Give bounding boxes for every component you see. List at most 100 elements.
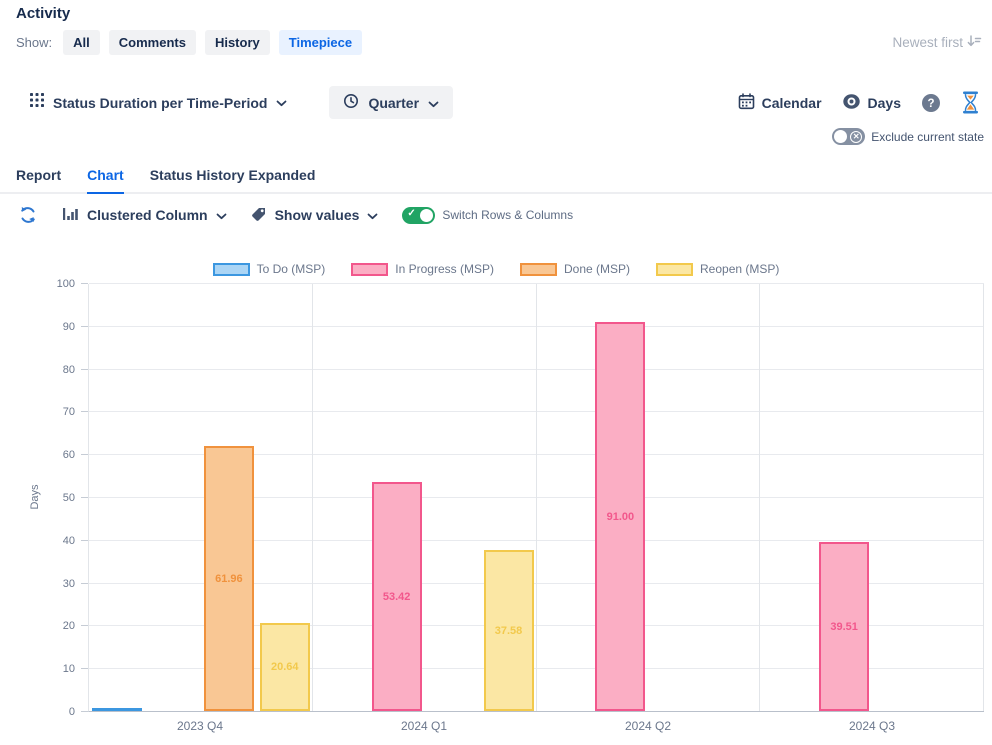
bar-slot [89, 284, 145, 711]
bar-value-label: 53.42 [374, 591, 420, 603]
x-category-label: 2023 Q4 [88, 719, 312, 733]
y-tick-mark [81, 583, 88, 584]
x-category-label: 2024 Q2 [536, 719, 760, 733]
filter-button-comments[interactable]: Comments [109, 30, 196, 55]
bar[interactable]: 91.00 [595, 322, 645, 711]
exclude-current-state-label: Exclude current state [871, 130, 984, 144]
y-tick-label: 10 [63, 663, 75, 675]
filter-button-history[interactable]: History [205, 30, 270, 55]
chevron-down-icon [367, 207, 378, 223]
category-group: 61.96 20.64 [89, 284, 313, 711]
chevron-down-icon [428, 95, 439, 111]
bar[interactable]: 37.58 [484, 550, 534, 711]
y-tick-label: 60 [63, 449, 75, 461]
y-tick-label: 50 [63, 492, 75, 504]
bar-slot: 61.96 [201, 284, 257, 711]
legend-item[interactable]: To Do (MSP) [213, 262, 326, 276]
calendar-control[interactable]: Calendar [738, 93, 822, 113]
x-category-label: 2024 Q3 [760, 719, 984, 733]
calendar-icon [738, 93, 755, 113]
bar[interactable]: 20.64 [260, 623, 310, 711]
legend-swatch [520, 263, 557, 276]
report-toolbar: Status Duration per Time-Period Quarter [0, 86, 992, 119]
bar-slot [760, 284, 816, 711]
bar[interactable]: 39.51 [819, 542, 869, 711]
clustered-column-icon [62, 206, 79, 225]
x-category-label: 2024 Q1 [312, 719, 536, 733]
refresh-icon[interactable] [18, 205, 38, 225]
chevron-down-icon [276, 94, 287, 112]
bar-slot [928, 284, 984, 711]
report-type-label: Status Duration per Time-Period [53, 95, 267, 111]
y-tick-label: 70 [63, 406, 75, 418]
chart-legend: To Do (MSP) In Progress (MSP) Done (MSP) Re… [0, 262, 992, 276]
report-type-selector[interactable]: Status Duration per Time-Period [30, 93, 287, 112]
toggle-knob [420, 209, 433, 222]
chart-type-selector[interactable]: Clustered Column [62, 206, 227, 225]
bar-slot [145, 284, 201, 711]
bar-value-label: 37.58 [486, 625, 532, 637]
bar-slot [872, 284, 928, 711]
y-tick-label: 30 [63, 578, 75, 590]
sort-order-control[interactable]: Newest first [892, 34, 982, 52]
y-tick-mark [81, 326, 88, 327]
y-tick-label: 0 [69, 706, 75, 718]
y-tick-label: 20 [63, 620, 75, 632]
toggle-x-icon: ✕ [850, 131, 862, 143]
filter-button-timepiece[interactable]: Timepiece [279, 30, 362, 55]
y-tick-mark [81, 411, 88, 412]
legend-swatch [656, 263, 693, 276]
help-icon[interactable]: ? [921, 93, 941, 113]
bar-slot [537, 284, 593, 711]
exclude-current-state-row: ✕ Exclude current state [0, 128, 992, 145]
bar-value-label: 91.00 [597, 511, 643, 523]
bar-slot [704, 284, 760, 711]
timepiece-hourglass-icon[interactable] [961, 91, 980, 114]
legend-series-name: Reopen (MSP) [700, 262, 779, 276]
tab-chart[interactable]: Chart [87, 167, 124, 194]
y-axis: Days 0102030405060708090100 [0, 284, 88, 712]
chevron-down-icon [216, 207, 227, 223]
unit-control[interactable]: Days [842, 93, 901, 113]
y-tick-mark [81, 668, 88, 669]
category-group: 39.51 [760, 284, 984, 711]
legend-swatch [351, 263, 388, 276]
y-axis-title: Days [29, 452, 41, 542]
legend-series-name: In Progress (MSP) [395, 262, 494, 276]
switch-rows-columns-toggle[interactable]: ✓ [402, 207, 435, 224]
y-tick-mark [81, 540, 88, 541]
show-values-selector[interactable]: Show values [251, 206, 379, 225]
unit-label: Days [868, 95, 901, 111]
grid-icon [30, 93, 44, 112]
legend-item[interactable]: Reopen (MSP) [656, 262, 779, 276]
eye-icon [842, 93, 861, 113]
bar-value-label: 61.96 [206, 573, 252, 585]
y-tick-label: 40 [63, 535, 75, 547]
svg-text:?: ? [927, 98, 934, 110]
x-axis-labels: 2023 Q42024 Q12024 Q22024 Q3 [88, 719, 984, 733]
chart-area: Days 0102030405060708090100 61.9620.6453… [0, 284, 992, 712]
show-values-label: Show values [275, 207, 360, 223]
filter-button-all[interactable]: All [63, 30, 100, 55]
exclude-current-state-toggle[interactable]: ✕ [832, 128, 865, 145]
legend-series-name: Done (MSP) [564, 262, 630, 276]
bar-value-label: 39.51 [821, 621, 867, 633]
y-tick-mark [81, 625, 88, 626]
y-tick-mark [81, 369, 88, 370]
bar-slot [313, 284, 369, 711]
show-label: Show: [16, 35, 52, 50]
tab-report[interactable]: Report [16, 167, 61, 194]
toggle-check-icon: ✓ [407, 208, 415, 219]
tab-status-history-expanded[interactable]: Status History Expanded [150, 167, 316, 194]
y-tick-label: 90 [63, 321, 75, 333]
activity-header: Activity Show: All Comments History Time… [0, 5, 992, 55]
bar[interactable]: 61.96 [204, 446, 254, 711]
bar[interactable]: 53.42 [372, 482, 422, 711]
legend-item[interactable]: In Progress (MSP) [351, 262, 494, 276]
period-selector-button[interactable]: Quarter [329, 86, 453, 119]
show-filter-row: Show: All Comments History Timepiece New… [16, 30, 982, 55]
toolbar-right-group: Calendar Days ? [738, 91, 980, 114]
legend-item[interactable]: Done (MSP) [520, 262, 630, 276]
category-group: 53.42 37.58 [313, 284, 537, 711]
bar[interactable] [92, 708, 142, 711]
